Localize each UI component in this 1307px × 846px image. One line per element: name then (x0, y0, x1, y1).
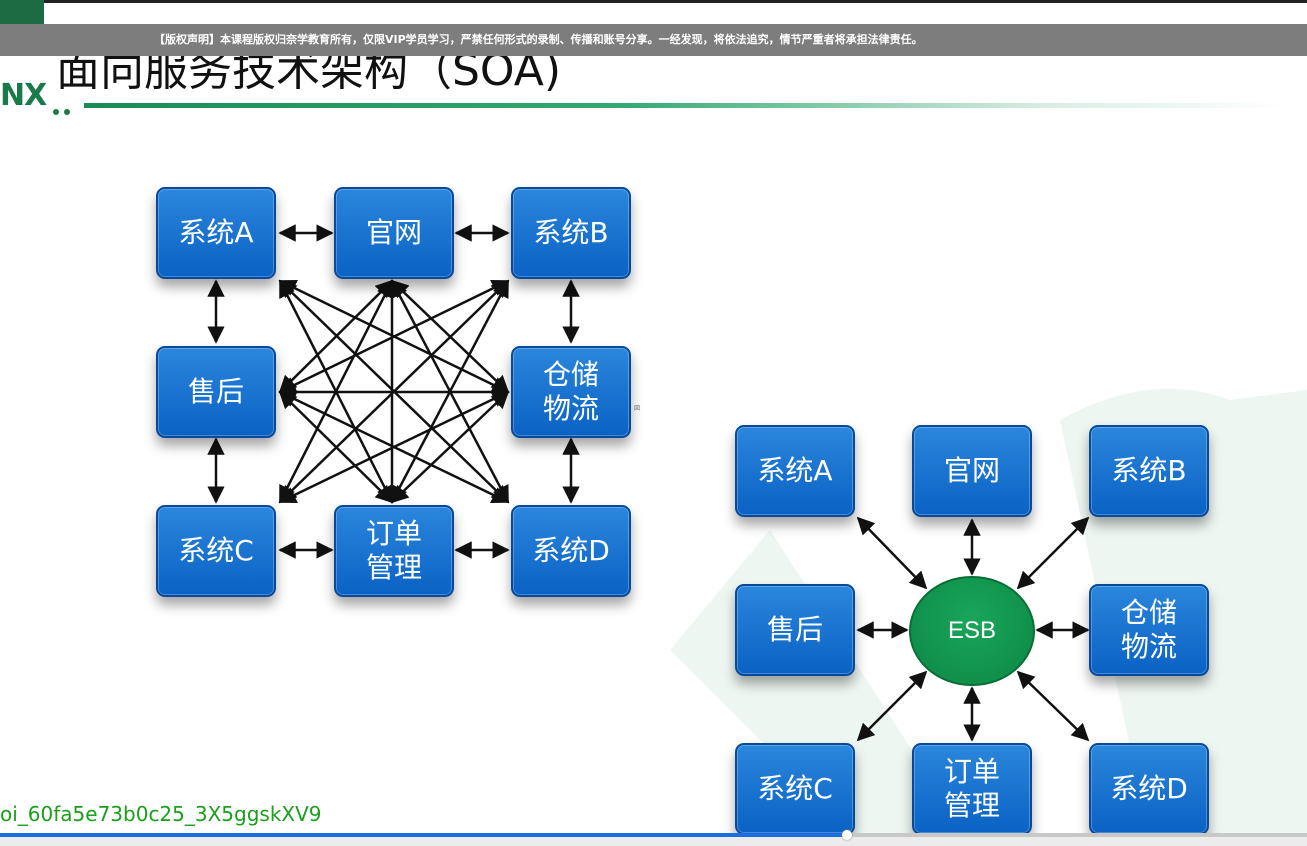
node-label-line2: 物流 (542, 392, 599, 425)
node-label-line1: 订单 (365, 517, 422, 550)
video-progress-handle[interactable] (842, 830, 852, 840)
node-label-line1: 订单 (943, 755, 1000, 788)
left-node-website: 官网 (334, 187, 454, 279)
node-label-line1: 仓储 (542, 358, 599, 391)
tiny-glyph: 図 (634, 405, 641, 412)
esb-hub: ESB (909, 576, 1035, 686)
node-label-line1: 仓储 (1120, 596, 1177, 629)
node-label: 系统B (533, 216, 609, 249)
node-label: 系统C (178, 534, 254, 567)
left-node-system-a: 系统A (156, 187, 276, 279)
node-label: 系统D (532, 534, 610, 567)
left-node-system-d: 系统D (511, 505, 631, 597)
user-watermark: oi_60fa5e73b0c25_3X5ggskXV9 (0, 802, 322, 826)
left-node-system-c: 系统C (156, 505, 276, 597)
node-label-line2: 管理 (943, 789, 1000, 822)
node-label: 官网 (943, 454, 1000, 487)
right-node-system-c: 系统C (735, 743, 855, 835)
node-label-line2: 物流 (1120, 630, 1177, 663)
node-label: 售后 (766, 613, 823, 646)
node-label: 系统D (1110, 772, 1188, 805)
right-node-warehouse-logistics: 仓储 物流 (1089, 584, 1209, 676)
left-node-warehouse-logistics: 仓储 物流 (511, 346, 631, 438)
right-node-system-b: 系统B (1089, 425, 1209, 517)
node-label: 系统C (757, 772, 833, 805)
left-node-system-b: 系统B (511, 187, 631, 279)
right-node-system-d: 系统D (1089, 743, 1209, 835)
right-node-order-management: 订单 管理 (912, 743, 1032, 835)
esb-label: ESB (947, 617, 997, 644)
node-label: 售后 (187, 375, 244, 408)
right-node-website: 官网 (912, 425, 1032, 517)
video-progress-fill (0, 833, 847, 837)
right-node-aftersale: 售后 (735, 584, 855, 676)
left-node-aftersale: 售后 (156, 346, 276, 438)
node-label: 系统A (178, 216, 254, 249)
node-label: 系统B (1111, 454, 1187, 487)
node-label: 官网 (365, 216, 422, 249)
node-label: 系统A (757, 454, 833, 487)
node-label-line2: 管理 (365, 551, 422, 584)
player-bottom-bar (0, 837, 1307, 846)
left-node-order-management: 订单 管理 (334, 505, 454, 597)
right-node-system-a: 系统A (735, 425, 855, 517)
